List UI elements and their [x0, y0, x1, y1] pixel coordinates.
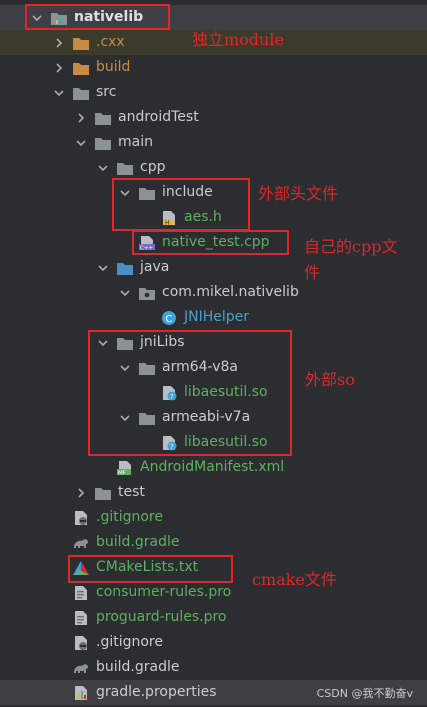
folder-icon	[72, 85, 90, 101]
tree-item-label: com.mikel.nativelib	[162, 284, 299, 300]
orange-folder-icon	[72, 60, 90, 76]
annotation-box-external-so	[88, 330, 292, 456]
pro-file-icon	[72, 610, 90, 626]
tree-item-label: build.gradle	[96, 534, 180, 550]
tree-item-label: proguard-rules.pro	[96, 609, 227, 625]
svg-text:C: C	[165, 314, 172, 325]
chevron-down-icon[interactable]	[118, 286, 132, 300]
tree-item-label: java	[140, 259, 170, 275]
chevron-down-icon[interactable]	[96, 161, 110, 175]
chevron-right-icon[interactable]	[74, 486, 88, 500]
annotation-cmake: cmake文件	[252, 570, 337, 589]
tree-item-label: .gitignore	[96, 509, 163, 525]
annotation-own-cpp-line1: 自己的cpp文	[304, 237, 398, 256]
gitignore-file-icon	[72, 510, 90, 526]
gradle-file-icon	[72, 660, 90, 676]
tree-item-label: src	[96, 84, 117, 100]
tree-item-label: cpp	[140, 159, 166, 175]
tree-row[interactable]: cpp	[0, 155, 427, 180]
chevron-down-icon[interactable]	[52, 86, 66, 100]
annotation-external-so: 外部so	[305, 370, 355, 389]
tree-item-label: consumer-rules.pro	[96, 584, 232, 600]
tree-row[interactable]: build.gradle	[0, 530, 427, 555]
svg-text:MF: MF	[118, 470, 126, 476]
tree-row[interactable]: main	[0, 130, 427, 155]
folder-icon	[94, 485, 112, 501]
tree-row[interactable]: .gitignore	[0, 505, 427, 530]
gradle-file-icon	[72, 535, 90, 551]
tree-item-label: JNIHelper	[184, 309, 250, 325]
tree-item-label: gradle.properties	[96, 684, 217, 700]
tree-row[interactable]: androidTest	[0, 105, 427, 130]
annotation-box-cmake	[68, 555, 233, 583]
class-icon: C	[160, 310, 178, 326]
orange-folder-icon	[72, 35, 90, 51]
tree-item-label: build	[96, 59, 131, 75]
tree-row[interactable]: proguard-rules.pro	[0, 605, 427, 630]
pro-file-icon	[72, 585, 90, 601]
package-icon	[138, 285, 156, 301]
tree-row[interactable]: src	[0, 80, 427, 105]
tree-row[interactable]: MF AndroidManifest.xml	[0, 455, 427, 480]
annotation-header: 外部头文件	[258, 184, 339, 203]
folder-icon	[116, 160, 134, 176]
chevron-right-icon[interactable]	[74, 111, 88, 125]
folder-icon	[94, 135, 112, 151]
tree-item-label: androidTest	[118, 109, 199, 125]
tree-item-label: .gitignore	[96, 634, 163, 650]
chevron-right-icon[interactable]	[52, 36, 66, 50]
chevron-down-icon[interactable]	[96, 261, 110, 275]
blue-folder-icon	[116, 260, 134, 276]
tree-row[interactable]: com.mikel.nativelib	[0, 280, 427, 305]
tree-row[interactable]: C JNIHelper	[0, 305, 427, 330]
annotation-box-header	[112, 178, 250, 231]
tree-item-label: build.gradle	[96, 659, 180, 675]
annotation-box-own-cpp	[132, 230, 289, 255]
tree-item-label: AndroidManifest.xml	[140, 459, 285, 475]
tree-item-label: .cxx	[96, 34, 125, 50]
annotation-box-module	[25, 4, 170, 30]
manifest-file-icon: MF	[116, 460, 134, 476]
tree-item-label: test	[118, 484, 145, 500]
properties-file-icon	[72, 685, 90, 701]
chevron-down-icon[interactable]	[74, 136, 88, 150]
annotation-own-cpp-line2: 件	[304, 263, 321, 282]
tree-row[interactable]: build	[0, 55, 427, 80]
folder-icon	[94, 110, 112, 126]
tree-item-label: main	[118, 134, 153, 150]
watermark: CSDN @我不勤奋v	[316, 687, 413, 700]
tree-row[interactable]: consumer-rules.pro	[0, 580, 427, 605]
chevron-right-icon[interactable]	[52, 61, 66, 75]
tree-row[interactable]: .gitignore	[0, 630, 427, 655]
gitignore-file-icon	[72, 635, 90, 651]
tree-row[interactable]: test	[0, 480, 427, 505]
annotation-module: 独立module	[192, 30, 284, 49]
tree-row[interactable]: build.gradle	[0, 655, 427, 680]
tree-row[interactable]: java	[0, 255, 427, 280]
